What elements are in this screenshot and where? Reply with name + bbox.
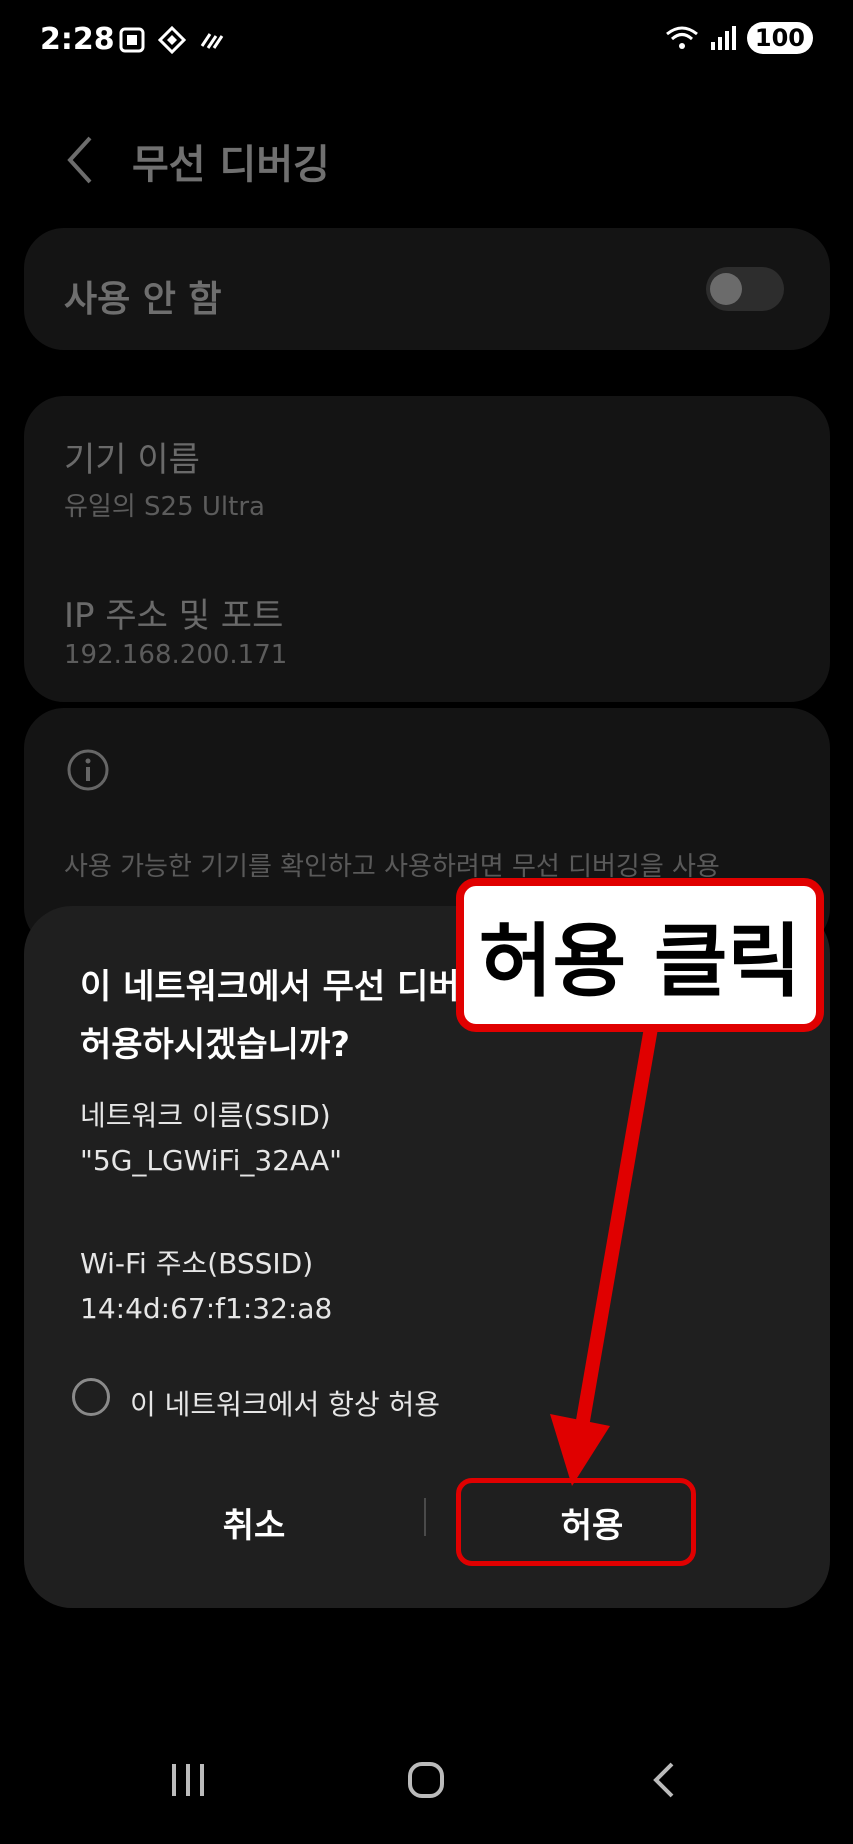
ssid-label: 네트워크 이름(SSID) xyxy=(80,1099,331,1132)
back-icon[interactable] xyxy=(62,130,102,190)
annotation-arrow-icon xyxy=(550,1020,659,1486)
switch-knob xyxy=(710,273,742,305)
battery-indicator: 100 xyxy=(746,22,813,54)
ip-value: 192.168.200.171 xyxy=(64,640,288,670)
always-allow-label[interactable]: 이 네트워크에서 항상 허용 xyxy=(130,1383,440,1423)
status-time: 2:28 xyxy=(40,22,115,57)
toggle-label: 사용 안 함 xyxy=(64,279,222,320)
always-allow-radio[interactable] xyxy=(72,1378,110,1416)
signal-icon xyxy=(710,26,736,50)
bssid-value: 14:4d:67:f1:32:a8 xyxy=(80,1292,333,1325)
home-icon[interactable] xyxy=(406,1760,446,1800)
cancel-button[interactable]: 취소 xyxy=(124,1498,384,1547)
button-divider xyxy=(424,1498,426,1536)
screenshot-icon xyxy=(119,27,145,53)
vpn-icon xyxy=(158,26,186,54)
status-icons-right: 100 xyxy=(665,22,813,54)
status-icons-left xyxy=(118,26,226,54)
nfc-icon xyxy=(200,33,224,49)
ssid-value: "5G_LGWiFi_32AA" xyxy=(80,1144,342,1177)
page-title: 무선 디버깅 xyxy=(132,142,330,188)
ip-title: IP 주소 및 포트 xyxy=(64,596,284,636)
device-name-value: 유일의 S25 Ultra xyxy=(64,492,265,522)
back-nav-icon[interactable] xyxy=(650,1760,680,1800)
allow-button-highlight xyxy=(456,1478,696,1566)
bssid-label: Wi-Fi 주소(BSSID) xyxy=(80,1247,314,1280)
annotation-callout: 허용 클릭 xyxy=(456,878,824,1032)
info-icon xyxy=(67,749,109,791)
device-name-title: 기기 이름 xyxy=(64,440,200,480)
wifi-icon xyxy=(665,26,698,49)
recents-icon[interactable] xyxy=(168,1760,208,1800)
